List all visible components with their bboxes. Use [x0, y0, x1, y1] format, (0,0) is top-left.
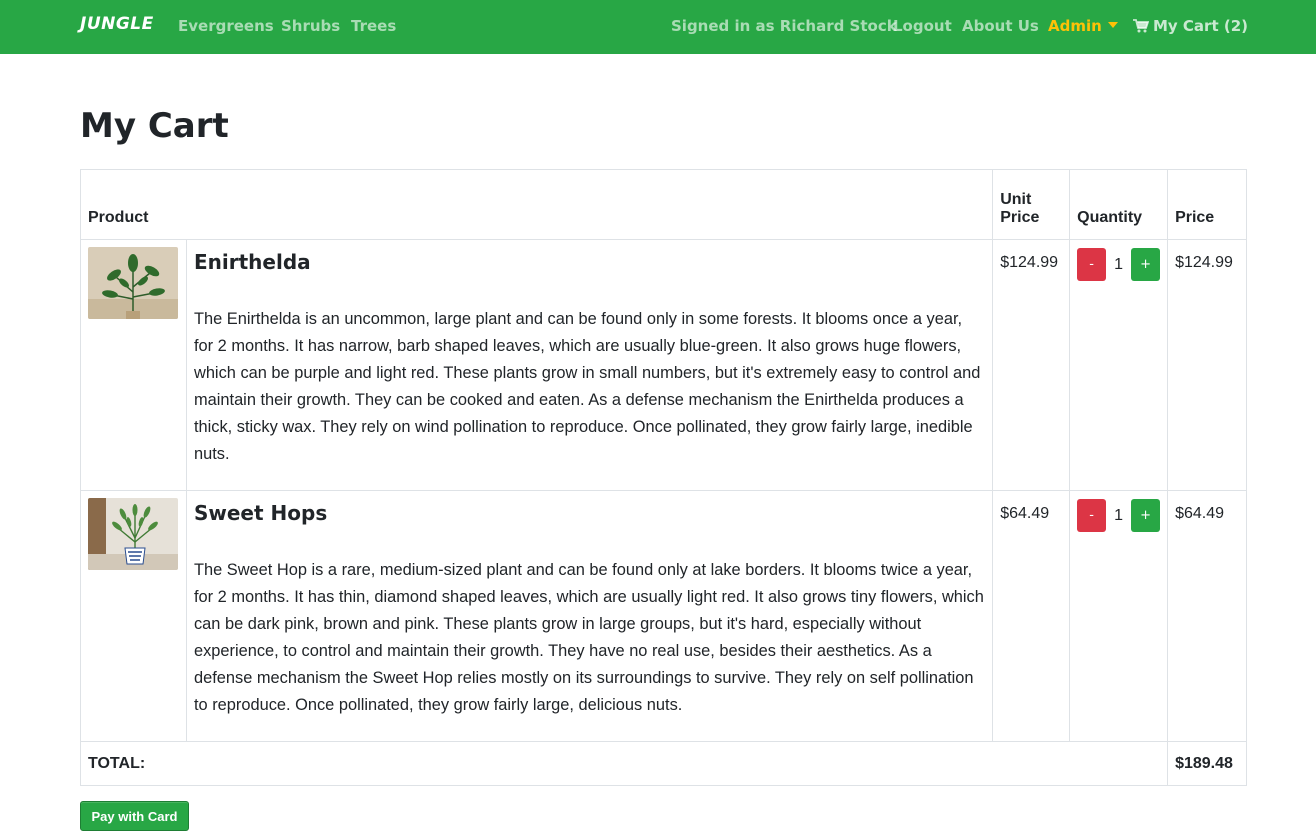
- header-product: Product: [79, 169, 994, 240]
- cart-label: My Cart (2): [1153, 17, 1248, 35]
- signed-in-label: Signed in as Richard Stock: [671, 17, 897, 35]
- quantity-value: 1: [1114, 506, 1124, 524]
- header-price: Price: [1167, 169, 1247, 240]
- quantity-cell: - 1 +: [1069, 239, 1169, 491]
- quantity-value: 1: [1114, 255, 1124, 273]
- product-image-sweet-hops: [88, 498, 178, 570]
- total-value: $189.48: [1167, 741, 1247, 786]
- table-header-row: Product Unit Price Quantity Price: [79, 169, 1247, 240]
- nav-admin-dropdown[interactable]: Admin: [1048, 17, 1118, 35]
- price-cell: $124.99: [1167, 239, 1247, 491]
- page-title: My Cart: [80, 106, 229, 146]
- header-unit-price: Unit Price: [992, 169, 1071, 240]
- product-image-cell: [80, 490, 187, 742]
- product-name[interactable]: Sweet Hops: [194, 501, 985, 525]
- shopping-cart-icon: [1133, 19, 1149, 33]
- total-row: TOTAL: $189.48: [79, 741, 1247, 786]
- product-description: The Sweet Hop is a rare, medium-sized pl…: [193, 561, 984, 714]
- nav-trees[interactable]: Trees: [351, 17, 396, 35]
- nav-about-us[interactable]: About Us: [962, 17, 1039, 35]
- price-cell: $64.49: [1167, 490, 1247, 742]
- decrease-quantity-button[interactable]: -: [1077, 499, 1107, 532]
- unit-price-cell: $124.99: [992, 239, 1071, 491]
- product-info-cell: Sweet Hops The Sweet Hop is a rare, medi…: [185, 490, 994, 742]
- admin-label: Admin: [1048, 17, 1102, 35]
- table-row: Enirthelda The Enirthelda is an uncommon…: [80, 239, 1247, 491]
- pay-with-card-button[interactable]: Pay with Card: [80, 801, 189, 831]
- brand-logo[interactable]: JUNGLE: [80, 14, 154, 34]
- product-image-enirthelda: [88, 247, 178, 319]
- navbar: JUNGLE Evergreens Shrubs Trees Signed in…: [0, 0, 1316, 54]
- total-label: TOTAL:: [79, 741, 1169, 786]
- product-image-cell: [80, 239, 187, 491]
- quantity-stepper: - 1 +: [1077, 499, 1161, 532]
- table-row: Sweet Hops The Sweet Hop is a rare, medi…: [80, 490, 1247, 742]
- nav-shrubs[interactable]: Shrubs: [281, 17, 340, 35]
- product-name[interactable]: Enirthelda: [194, 250, 985, 274]
- increase-quantity-button[interactable]: +: [1131, 499, 1161, 532]
- decrease-quantity-button[interactable]: -: [1077, 248, 1107, 281]
- increase-quantity-button[interactable]: +: [1131, 248, 1161, 281]
- unit-price-cell: $64.49: [992, 490, 1071, 742]
- product-description: The Enirthelda is an uncommon, large pla…: [193, 310, 981, 463]
- nav-my-cart[interactable]: My Cart (2): [1133, 17, 1248, 35]
- header-quantity: Quantity: [1069, 169, 1169, 240]
- chevron-down-icon: [1107, 22, 1118, 28]
- nav-logout[interactable]: Logout: [893, 17, 952, 35]
- cart-table: Product Unit Price Quantity Price Enirth…: [79, 169, 1247, 786]
- nav-evergreens[interactable]: Evergreens: [178, 17, 274, 35]
- quantity-stepper: - 1 +: [1077, 248, 1161, 281]
- product-info-cell: Enirthelda The Enirthelda is an uncommon…: [185, 239, 994, 491]
- quantity-cell: - 1 +: [1069, 490, 1169, 742]
